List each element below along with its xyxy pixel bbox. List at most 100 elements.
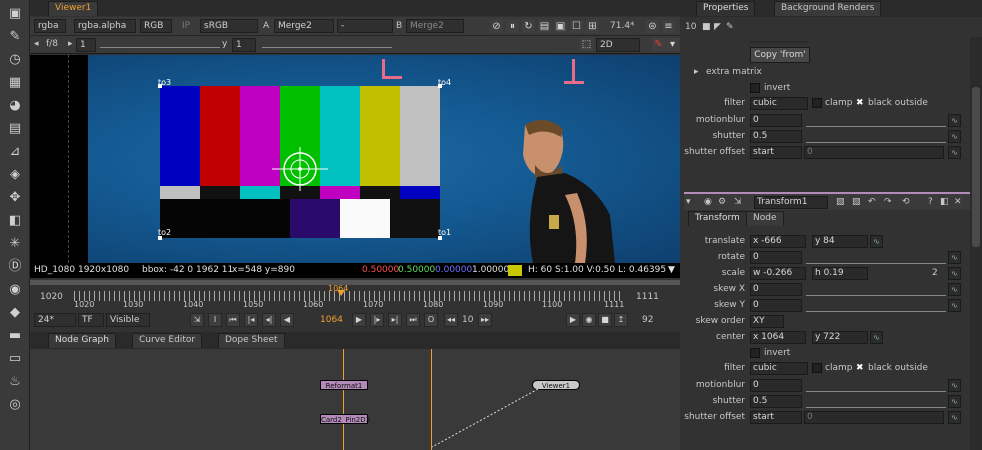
node-color-icon[interactable]: ▧ [836, 195, 845, 209]
node-card-pin[interactable]: Card2_Pin2D3 [320, 414, 370, 424]
tab-viewer1[interactable]: Viewer1 [48, 1, 99, 16]
shutter-slider[interactable] [806, 130, 946, 143]
3d-icon[interactable]: ◧ [6, 213, 24, 229]
skew-x-slider[interactable] [806, 283, 946, 296]
step-arrow-icon[interactable]: ▸ [68, 37, 73, 51]
other-icon[interactable]: ▭ [6, 351, 24, 367]
crop-icon[interactable]: ⬚ [580, 38, 593, 51]
tab-transform[interactable]: Transform [688, 211, 747, 226]
cache-icon[interactable]: ■ [598, 313, 612, 327]
info-expand-icon[interactable]: ▼ [668, 263, 675, 278]
in-point-button[interactable]: I [208, 313, 222, 327]
paint-icon[interactable]: ✎ [6, 29, 24, 45]
filter2-dropdown[interactable]: cubic [750, 362, 808, 375]
skip-back-icon[interactable]: ◂◂ [444, 313, 458, 327]
node-settings-icon[interactable]: ⚙ [718, 195, 726, 209]
timeline[interactable]: 1020 1111 1064 1020 1030 1040 1050 1060 … [30, 278, 680, 312]
prev-keyframe-icon[interactable]: |◂ [244, 313, 258, 327]
filter-dropdown[interactable]: cubic [750, 97, 808, 110]
time-icon[interactable]: ◷ [6, 52, 24, 68]
motionblur-field[interactable]: 0 [750, 114, 802, 127]
viewer-canvas[interactable]: to3 to4 to2 to1 [30, 55, 680, 263]
last-frame-icon[interactable]: ⏭ [406, 313, 420, 327]
settings-icon[interactable]: ≡ [662, 20, 675, 33]
clip-icon[interactable]: ☐ [570, 20, 583, 33]
snapshot-icon[interactable]: ⊞ [586, 20, 599, 33]
gamma-slider[interactable] [262, 42, 392, 48]
metadata-icon[interactable]: ◆ [6, 305, 24, 321]
edit-icon[interactable]: ✎ [726, 20, 734, 34]
toolsets-icon[interactable]: ▬ [6, 328, 24, 344]
undo-icon[interactable]: ↶ [868, 195, 876, 209]
shutter-offset-dropdown[interactable]: start [750, 146, 802, 159]
skew-y-field[interactable]: 0 [750, 299, 802, 312]
collapse-node-icon[interactable]: ▾ [686, 195, 691, 209]
skew-y-anim-icon[interactable]: ∿ [948, 299, 961, 312]
node-graph-canvas[interactable]: Reformat1 Card2_Pin2D3 Viewer1 [30, 349, 680, 450]
tab-curve-editor[interactable]: Curve Editor [132, 333, 203, 348]
scale-channels[interactable]: 2 [932, 266, 938, 280]
play-forward-icon[interactable]: ▶ [352, 313, 366, 327]
motionblur2-field[interactable]: 0 [750, 379, 802, 392]
ip-toggle[interactable]: IP [182, 19, 190, 33]
node-reformat1[interactable]: Reformat1 [320, 380, 368, 390]
rotate-field[interactable]: 0 [750, 251, 802, 264]
scale-w-field[interactable]: w -0.266 [750, 267, 806, 280]
shutter-offset-field[interactable]: 0 [804, 146, 944, 159]
refresh-icon[interactable]: ↻ [522, 20, 535, 33]
view-mode-dropdown[interactable]: 2D [596, 38, 640, 52]
channel-icon[interactable]: ▦ [6, 75, 24, 91]
color-icon[interactable]: ◕ [6, 98, 24, 114]
revert-icon[interactable]: ⟲ [902, 195, 910, 209]
shutter-offset2-anim-icon[interactable]: ∿ [948, 411, 961, 424]
close-node-icon[interactable]: ✕ [954, 195, 962, 209]
center-anim-icon[interactable]: ∿ [870, 331, 883, 344]
playback-mode-icon[interactable]: ↥ [614, 313, 628, 327]
a-input-dropdown[interactable]: Merge2 [274, 19, 334, 33]
viewer-toggle-icon[interactable]: ◉ [704, 195, 712, 209]
rotate-anim-icon[interactable]: ∿ [948, 251, 961, 264]
center-node-icon[interactable]: ⇲ [734, 195, 742, 209]
lock-icon[interactable]: ⊘ [490, 20, 503, 33]
pause-icon[interactable]: ⏸ [506, 20, 519, 33]
fstop-arrow-icon[interactable]: ◂ [34, 37, 39, 51]
playhead-icon[interactable] [337, 290, 345, 296]
skew-y-slider[interactable] [806, 299, 946, 312]
shutter-offset2-field[interactable]: 0 [804, 411, 944, 424]
skew-x-field[interactable]: 0 [750, 283, 802, 296]
keyer-icon[interactable]: ⊿ [6, 144, 24, 160]
lut-dropdown[interactable]: sRGB [200, 19, 258, 33]
more-icon[interactable]: ▾ [666, 38, 679, 51]
views-icon[interactable]: ◉ [6, 282, 24, 298]
scale-h-field[interactable]: h 0.19 [812, 267, 868, 280]
tab-background-renders[interactable]: Background Renders [774, 1, 882, 16]
float-node-icon[interactable]: ◧ [940, 195, 949, 209]
tab-dope-sheet[interactable]: Dope Sheet [218, 333, 285, 348]
draw-tool-icon[interactable]: ✎ [652, 38, 665, 51]
transform-jack-icon[interactable] [270, 147, 330, 191]
corner-handle-to2[interactable] [158, 236, 162, 240]
fstop-label[interactable]: f/8 [46, 37, 58, 51]
b-input-dropdown[interactable]: Merge2 [406, 19, 464, 33]
shutter-anim-icon[interactable]: ∿ [948, 130, 961, 143]
invert2-checkbox[interactable] [750, 348, 760, 358]
shutter2-slider[interactable] [806, 395, 946, 408]
first-frame-icon[interactable]: ⏮ [226, 313, 240, 327]
roi-icon[interactable]: ▣ [554, 20, 567, 33]
tab-node-graph[interactable]: Node Graph [48, 333, 116, 348]
deep-icon[interactable]: Ⓓ [6, 259, 24, 275]
center-x-field[interactable]: x 1064 [750, 331, 806, 344]
step-forward-icon[interactable]: |▸ [370, 313, 384, 327]
record-icon[interactable]: ◉ [582, 313, 596, 327]
motionblur2-anim-icon[interactable]: ∿ [948, 379, 961, 392]
particles-icon[interactable]: ✳ [6, 236, 24, 252]
lock-panel-icon[interactable]: ■ [702, 20, 711, 34]
node-color2-icon[interactable]: ▧ [852, 195, 861, 209]
skew-order-dropdown[interactable]: XY [750, 315, 784, 328]
range-dropdown[interactable]: Visible [106, 313, 150, 327]
gamma-field[interactable]: 1 [232, 38, 256, 52]
motionblur-anim-icon[interactable]: ∿ [948, 114, 961, 127]
exposure-slider[interactable] [100, 42, 220, 48]
clamp2-checkbox[interactable] [812, 363, 822, 373]
shutter-offset2-dropdown[interactable]: start [750, 411, 802, 424]
